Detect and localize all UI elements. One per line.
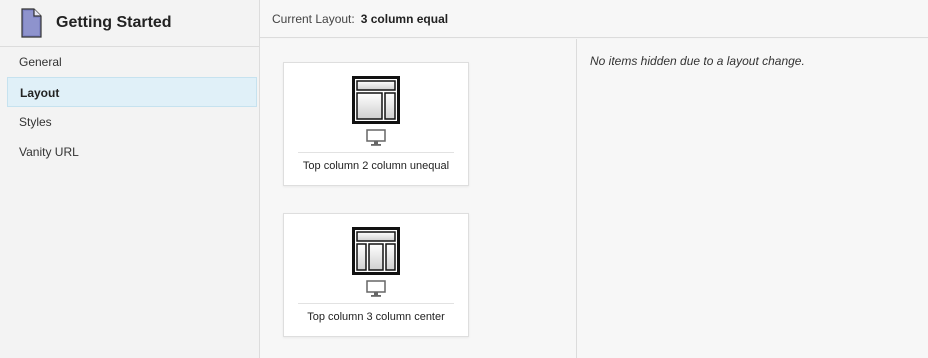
layout-options: Top column 2 column unequal Top column 3…: [260, 39, 576, 358]
layout-top-2col-unequal-icon: [352, 76, 400, 124]
layout-option-label: Top column 2 column unequal: [302, 160, 450, 172]
sidebar-title: Getting Started: [56, 14, 172, 31]
sidebar-item-styles[interactable]: Styles: [7, 107, 257, 137]
current-layout-value: 3 column equal: [360, 11, 449, 26]
card-divider: [298, 152, 454, 153]
layout-top-3col-center-icon: [352, 227, 400, 275]
hidden-items-notice: No items hidden due to a layout change.: [590, 54, 805, 68]
sidebar-nav: General Layout Styles Vanity URL: [0, 47, 259, 167]
sidebar: Getting Started General Layout Styles Va…: [0, 0, 260, 358]
sidebar-item-general[interactable]: General: [7, 47, 257, 77]
desktop-monitor-icon: [366, 129, 386, 146]
layout-option-top-2col-unequal[interactable]: Top column 2 column unequal: [283, 62, 469, 186]
document-icon: [21, 8, 42, 38]
current-layout-label: Current Layout:: [272, 11, 355, 26]
hidden-items-panel: No items hidden due to a layout change.: [576, 39, 928, 358]
sidebar-header: Getting Started: [0, 0, 259, 47]
current-layout-bar: Current Layout: 3 column equal: [260, 0, 928, 38]
desktop-monitor-icon: [366, 280, 386, 297]
layout-option-label: Top column 3 column center: [307, 311, 445, 323]
sidebar-item-layout[interactable]: Layout: [7, 77, 257, 107]
sidebar-item-vanity-url[interactable]: Vanity URL: [7, 137, 257, 167]
card-divider: [298, 303, 454, 304]
layout-option-top-3col-center[interactable]: Top column 3 column center: [283, 213, 469, 337]
